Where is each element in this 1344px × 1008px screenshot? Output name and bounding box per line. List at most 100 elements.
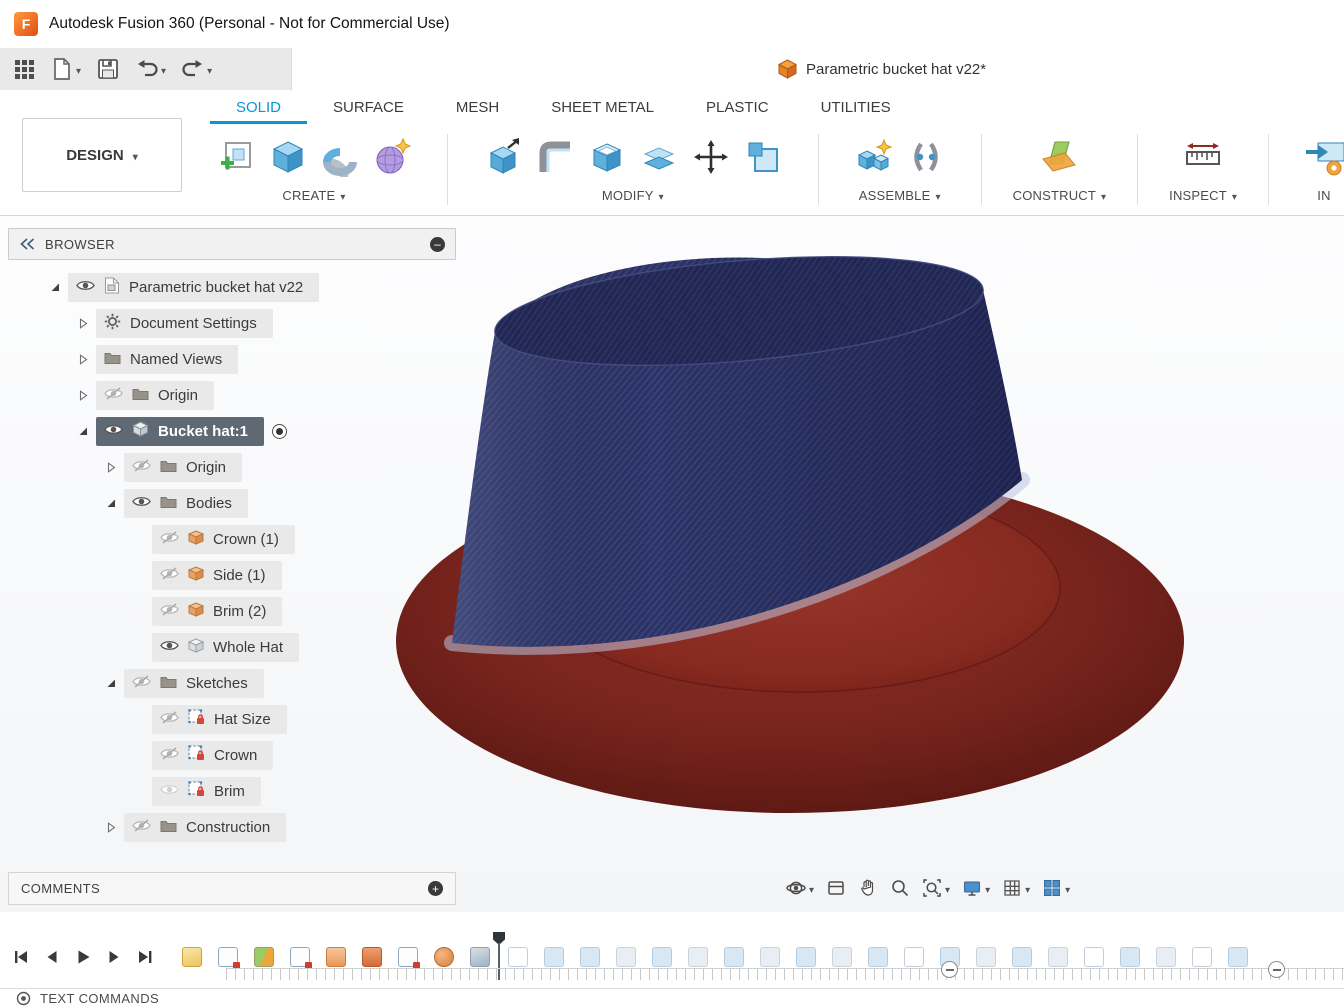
fit-icon[interactable] — [922, 878, 950, 898]
tab-solid[interactable]: SOLID — [210, 90, 307, 124]
extrude-icon[interactable] — [724, 947, 744, 967]
visibility-eye-off-icon[interactable] — [160, 711, 179, 728]
browser-item-bucket-hat-component[interactable]: Bucket hat:1 — [8, 413, 456, 449]
construction-plane-icon[interactable] — [1035, 130, 1083, 184]
workspace-selector-button[interactable]: DESIGN — [22, 118, 182, 192]
joint-icon[interactable] — [902, 130, 950, 184]
skip-to-start-icon[interactable] — [12, 948, 30, 966]
extrude-icon[interactable] — [326, 947, 346, 967]
visibility-eye-off-icon[interactable] — [132, 819, 151, 836]
move-copy-icon[interactable] — [687, 130, 735, 184]
press-pull-icon[interactable] — [479, 130, 527, 184]
add-comment-icon[interactable]: + — [428, 881, 443, 896]
shell-icon[interactable] — [688, 947, 708, 967]
sketch-icon[interactable] — [508, 947, 528, 967]
assemble-dropdown[interactable]: ASSEMBLE — [859, 188, 941, 203]
visibility-eye-off-icon[interactable] — [160, 567, 179, 584]
sketch-icon[interactable] — [398, 947, 418, 967]
insert-icon[interactable] — [1300, 130, 1344, 184]
expander-collapsed-icon[interactable] — [70, 354, 96, 365]
expander-expanded-icon[interactable] — [70, 426, 96, 436]
extrude-icon[interactable] — [544, 947, 564, 967]
timeline-collapse-group-icon[interactable] — [1268, 961, 1285, 978]
construction-plane-icon[interactable] — [254, 947, 274, 967]
shell-icon[interactable] — [583, 130, 631, 184]
extrude-icon[interactable] — [1012, 947, 1032, 967]
align-icon[interactable] — [739, 130, 787, 184]
undo-button[interactable] — [131, 54, 170, 84]
zoom-icon[interactable] — [890, 878, 910, 898]
sketch-icon[interactable] — [1084, 947, 1104, 967]
inspect-dropdown[interactable]: INSPECT — [1169, 188, 1237, 203]
play-icon[interactable] — [74, 948, 92, 966]
viewports-icon[interactable] — [1042, 878, 1070, 898]
browser-item-side-body[interactable]: Side (1) — [8, 557, 456, 593]
visibility-eye-off-icon[interactable] — [160, 531, 179, 548]
grid-display-icon[interactable] — [1002, 878, 1030, 898]
document-tab[interactable]: Parametric bucket hat v22* — [778, 48, 986, 90]
browser-item-crown-body[interactable]: Crown (1) — [8, 521, 456, 557]
visibility-eye-icon[interactable] — [132, 495, 151, 512]
sketch-icon[interactable] — [904, 947, 924, 967]
combine-icon[interactable] — [1156, 947, 1176, 967]
combine-icon[interactable] — [976, 947, 996, 967]
activate-component-radio[interactable] — [272, 424, 287, 439]
minimize-browser-icon[interactable]: – — [430, 237, 445, 252]
expander-expanded-icon[interactable] — [98, 678, 124, 688]
browser-item-construction[interactable]: Construction — [8, 809, 456, 845]
new-component-icon[interactable] — [850, 130, 898, 184]
visibility-eye-off-icon[interactable] — [104, 387, 123, 404]
measure-icon[interactable] — [1179, 130, 1227, 184]
sketch-icon[interactable] — [290, 947, 310, 967]
visibility-eye-icon[interactable] — [104, 423, 123, 440]
browser-item-named-views[interactable]: Named Views — [8, 341, 456, 377]
visibility-eye-icon[interactable] — [160, 639, 179, 656]
step-forward-icon[interactable] — [105, 948, 123, 966]
orbit-icon[interactable] — [786, 878, 814, 898]
pan-icon[interactable] — [858, 878, 878, 898]
visibility-eye-icon[interactable] — [76, 279, 95, 296]
browser-item-hat-size-sketch[interactable]: Hat Size — [8, 701, 456, 737]
browser-item-sketches[interactable]: Sketches — [8, 665, 456, 701]
fillet-icon[interactable] — [531, 130, 579, 184]
display-settings-icon[interactable] — [962, 878, 990, 898]
extrude-icon[interactable] — [580, 947, 600, 967]
browser-item-crown-sketch[interactable]: Crown — [8, 737, 456, 773]
expander-collapsed-icon[interactable] — [70, 318, 96, 329]
expander-collapsed-icon[interactable] — [98, 822, 124, 833]
extrude-icon[interactable] — [1228, 947, 1248, 967]
extrude-icon[interactable] — [868, 947, 888, 967]
redo-button[interactable] — [177, 54, 216, 84]
browser-item-root[interactable]: Parametric bucket hat v22 — [8, 269, 456, 305]
expander-expanded-icon[interactable] — [98, 498, 124, 508]
browser-item-origin-sub[interactable]: Origin — [8, 449, 456, 485]
insert-dropdown[interactable]: IN — [1317, 188, 1330, 203]
expander-collapsed-icon[interactable] — [98, 462, 124, 473]
step-back-icon[interactable] — [43, 948, 61, 966]
timeline-collapse-group-icon[interactable] — [941, 961, 958, 978]
box-icon[interactable] — [264, 130, 312, 184]
visibility-eye-dim-icon[interactable] — [160, 783, 179, 800]
revolve-icon[interactable] — [316, 130, 364, 184]
sketch-icon[interactable] — [218, 947, 238, 967]
pattern-icon[interactable] — [616, 947, 636, 967]
create-sketch-icon[interactable] — [212, 130, 260, 184]
fillet-icon[interactable] — [832, 947, 852, 967]
create-form-icon[interactable] — [368, 130, 416, 184]
file-menu-button[interactable] — [46, 54, 85, 84]
split-icon[interactable] — [635, 130, 683, 184]
skip-to-end-icon[interactable] — [136, 948, 154, 966]
visibility-eye-off-icon[interactable] — [132, 459, 151, 476]
tab-surface[interactable]: SURFACE — [307, 90, 430, 124]
modify-dropdown[interactable]: MODIFY — [602, 188, 664, 203]
browser-item-bodies[interactable]: Bodies — [8, 485, 456, 521]
save-button[interactable] — [92, 54, 124, 84]
look-at-icon[interactable] — [826, 878, 846, 898]
tab-utilities[interactable]: UTILITIES — [795, 90, 917, 124]
timeline-ruler[interactable] — [226, 968, 1344, 980]
expander-collapsed-icon[interactable] — [70, 390, 96, 401]
model-viewport[interactable]: BROWSER – Parametric bucket hat v22 — [0, 216, 1344, 912]
visibility-eye-off-icon[interactable] — [160, 603, 179, 620]
browser-item-brim-body[interactable]: Brim (2) — [8, 593, 456, 629]
new-component-icon[interactable] — [182, 947, 202, 967]
